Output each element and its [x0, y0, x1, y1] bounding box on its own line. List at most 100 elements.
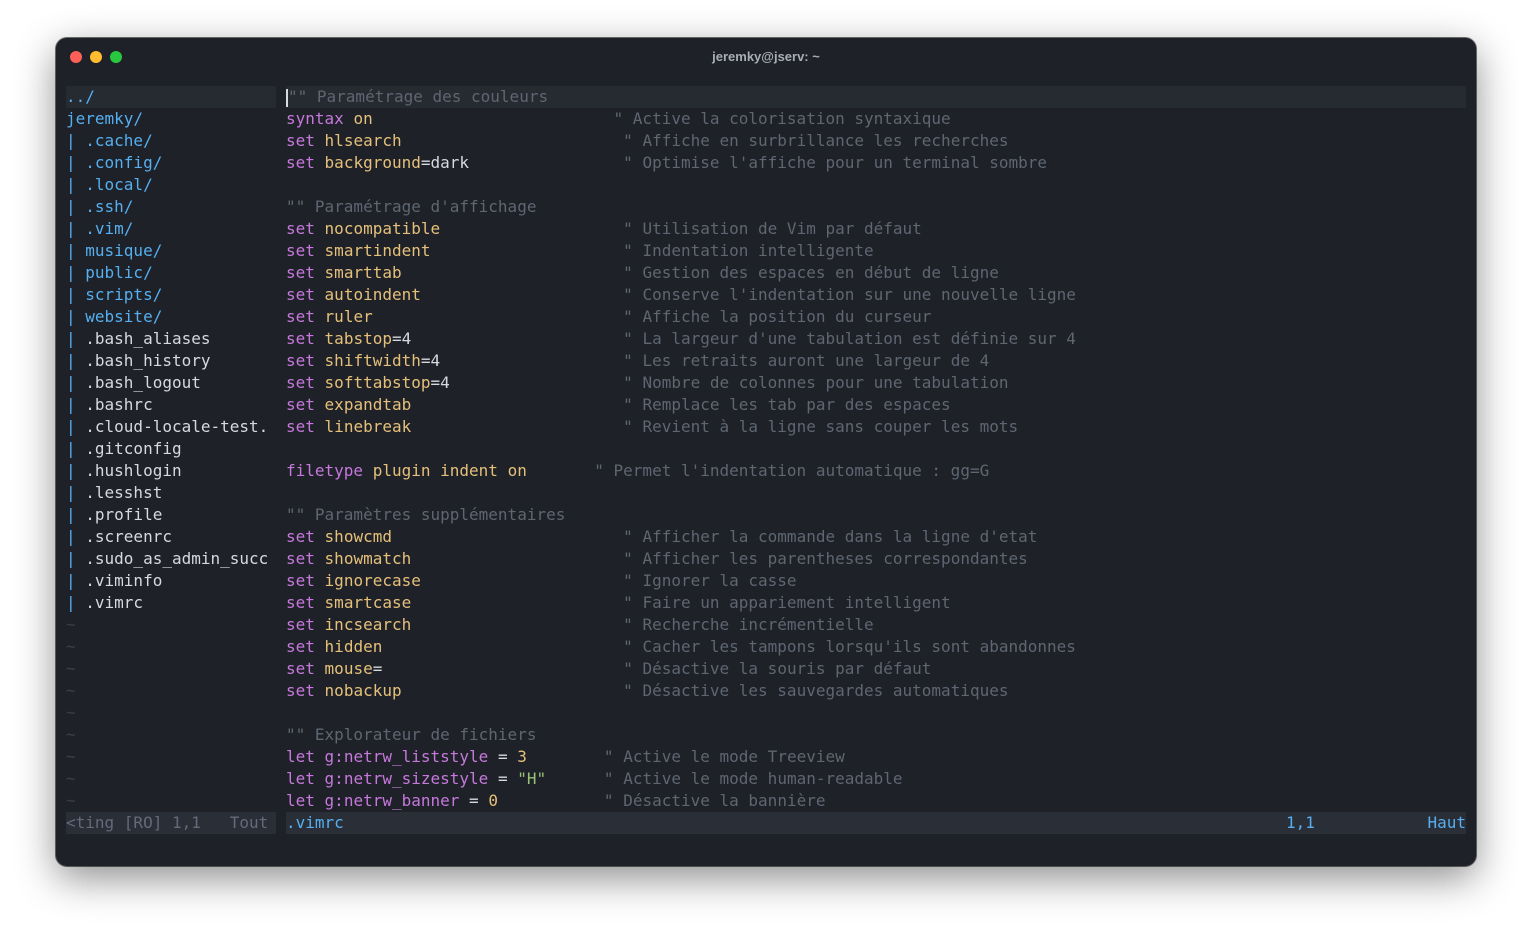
code-token: " Active le mode human-readable [603, 769, 903, 788]
tree-branch-glyph: | [66, 549, 86, 568]
editor-line[interactable]: set smarttab " Gestion des espaces en dé… [286, 262, 1466, 284]
code-token: =4 [420, 351, 441, 370]
vimrc-editor-buffer[interactable]: "" Paramétrage des couleurs syntax on " A… [286, 86, 1466, 812]
tree-branch-glyph: | [66, 527, 86, 546]
tree-entry-name: .bash_history [85, 351, 211, 370]
editor-line[interactable]: set softtabstop=4 " Nombre de colonnes p… [286, 372, 1466, 394]
code-token: showmatch [324, 549, 412, 568]
code-token: set [286, 681, 315, 700]
code-token: filetype [286, 461, 364, 480]
code-token: " La largeur d'une tabulation est défini… [623, 329, 1076, 348]
tree-file-entry[interactable]: | .vimrc [66, 592, 276, 614]
tree-file-entry[interactable]: | .hushlogin [66, 460, 276, 482]
tree-directory-entry[interactable]: | website/ [66, 306, 276, 328]
tree-entry-name: .screenrc [85, 527, 172, 546]
root-directory-entry[interactable]: jeremky/ [66, 108, 276, 130]
editor-line[interactable]: set showcmd " Afficher la commande dans … [286, 526, 1466, 548]
tree-directory-entry[interactable]: | .vim/ [66, 218, 276, 240]
editor-line[interactable] [286, 438, 1466, 460]
tree-file-entry[interactable]: | .bashrc [66, 394, 276, 416]
editor-line[interactable]: "" Explorateur de fichiers [286, 724, 1466, 746]
editor-line[interactable]: let g:netrw_liststyle = 3 " Active le mo… [286, 746, 1466, 768]
code-token: g:netrw_liststyle [324, 747, 489, 766]
tree-entry-name: scripts/ [85, 285, 163, 304]
code-token: " Indentation intelligente [623, 241, 874, 260]
editor-line[interactable]: set smartcase " Faire un appariement int… [286, 592, 1466, 614]
editor-line[interactable]: set linebreak " Revient à la ligne sans … [286, 416, 1466, 438]
tree-directory-entry[interactable]: | .ssh/ [66, 196, 276, 218]
editor-line[interactable]: set background=dark " Optimise l'affiche… [286, 152, 1466, 174]
tree-file-entry[interactable]: | .screenrc [66, 526, 276, 548]
terminal-content[interactable]: ../ jeremky/ | .cache/| .config/| .local… [66, 86, 1466, 854]
editor-line[interactable]: set expandtab " Remplace les tab par des… [286, 394, 1466, 416]
code-token: " Désactive la souris par défaut [623, 659, 932, 678]
tree-file-entry[interactable]: | .profile [66, 504, 276, 526]
tree-file-entry[interactable]: | .bash_history [66, 350, 276, 372]
status-scroll-position: Haut [1427, 813, 1466, 832]
editor-line[interactable]: set mouse= " Désactive la souris par déf… [286, 658, 1466, 680]
editor-line[interactable]: set smartindent " Indentation intelligen… [286, 240, 1466, 262]
tree-directory-entry[interactable]: | scripts/ [66, 284, 276, 306]
code-token: = [459, 791, 489, 810]
editor-line[interactable]: set autoindent " Conserve l'indentation … [286, 284, 1466, 306]
tree-entry-name: .vimrc [85, 593, 144, 612]
editor-line[interactable] [286, 174, 1466, 196]
code-token: let [286, 769, 315, 788]
tree-directory-entry[interactable]: | .config/ [66, 152, 276, 174]
code-token: " Optimise l'affiche pour un terminal so… [623, 153, 1048, 172]
editor-line[interactable] [286, 702, 1466, 724]
editor-line[interactable]: set incsearch " Recherche incrémentielle [286, 614, 1466, 636]
tree-file-entry[interactable]: | .sudo_as_admin_succ [66, 548, 276, 570]
tree-file-entry[interactable]: | .gitconfig [66, 438, 276, 460]
tree-file-entry[interactable]: | .lesshst [66, 482, 276, 504]
editor-line[interactable]: syntax on " Active la colorisation synta… [286, 108, 1466, 130]
tree-branch-glyph: | [66, 439, 86, 458]
editor-line[interactable]: let g:netrw_banner = 0 " Désactive la ba… [286, 790, 1466, 812]
editor-line[interactable]: "" Paramétrage d'affichage [286, 196, 1466, 218]
editor-line[interactable] [286, 482, 1466, 504]
editor-line[interactable]: let g:netrw_sizestyle = "H" " Active le … [286, 768, 1466, 790]
editor-line[interactable]: filetype plugin indent on " Permet l'ind… [286, 460, 1466, 482]
editor-line[interactable]: set ignorecase " Ignorer la casse [286, 570, 1466, 592]
tree-branch-glyph: | [66, 417, 86, 436]
code-token: set [286, 241, 315, 260]
tree-directory-entry[interactable]: | public/ [66, 262, 276, 284]
window-title: jeremky@jserv: ~ [712, 49, 820, 64]
parent-directory-entry[interactable]: ../ [66, 86, 276, 108]
code-token: 0 [488, 791, 498, 810]
tree-file-entry[interactable]: | .bash_aliases [66, 328, 276, 350]
editor-line-current[interactable]: "" Paramétrage des couleurs [286, 86, 1466, 108]
tree-file-entry[interactable]: | .viminfo [66, 570, 276, 592]
terminal-window: jeremky@jserv: ~ ../ jeremky/ | .cache/|… [56, 38, 1476, 866]
tree-directory-entry[interactable]: | .local/ [66, 174, 276, 196]
code-token: g:netrw_sizestyle [324, 769, 489, 788]
editor-line[interactable]: set hidden " Cacher les tampons lorsqu'i… [286, 636, 1466, 658]
code-token: " Active la colorisation syntaxique [613, 109, 951, 128]
tree-file-entry[interactable]: | .bash_logout [66, 372, 276, 394]
tree-directory-entry[interactable]: | musique/ [66, 240, 276, 262]
editor-line[interactable]: set tabstop=4 " La largeur d'une tabulat… [286, 328, 1466, 350]
editor-line[interactable]: set ruler " Affiche la position du curse… [286, 306, 1466, 328]
code-token: " Utilisation de Vim par défaut [623, 219, 922, 238]
window-split-separator[interactable] [276, 86, 286, 812]
tree-directory-entry[interactable]: | .cache/ [66, 130, 276, 152]
editor-line[interactable]: set nobackup " Désactive les sauvegardes… [286, 680, 1466, 702]
code-token: "" Paramétrage des couleurs [288, 87, 549, 106]
editor-line[interactable]: set hlsearch " Affiche en surbrillance l… [286, 130, 1466, 152]
editor-line[interactable]: "" Paramètres supplémentaires [286, 504, 1466, 526]
editor-line[interactable]: set nocompatible " Utilisation de Vim pa… [286, 218, 1466, 240]
editor-line[interactable]: set showmatch " Afficher les parentheses… [286, 548, 1466, 570]
tree-file-entry[interactable]: | .cloud-locale-test. [66, 416, 276, 438]
editor-line[interactable]: set shiftwidth=4 " Les retraits auront u… [286, 350, 1466, 372]
netrw-file-tree[interactable]: ../ jeremky/ | .cache/| .config/| .local… [66, 86, 276, 812]
